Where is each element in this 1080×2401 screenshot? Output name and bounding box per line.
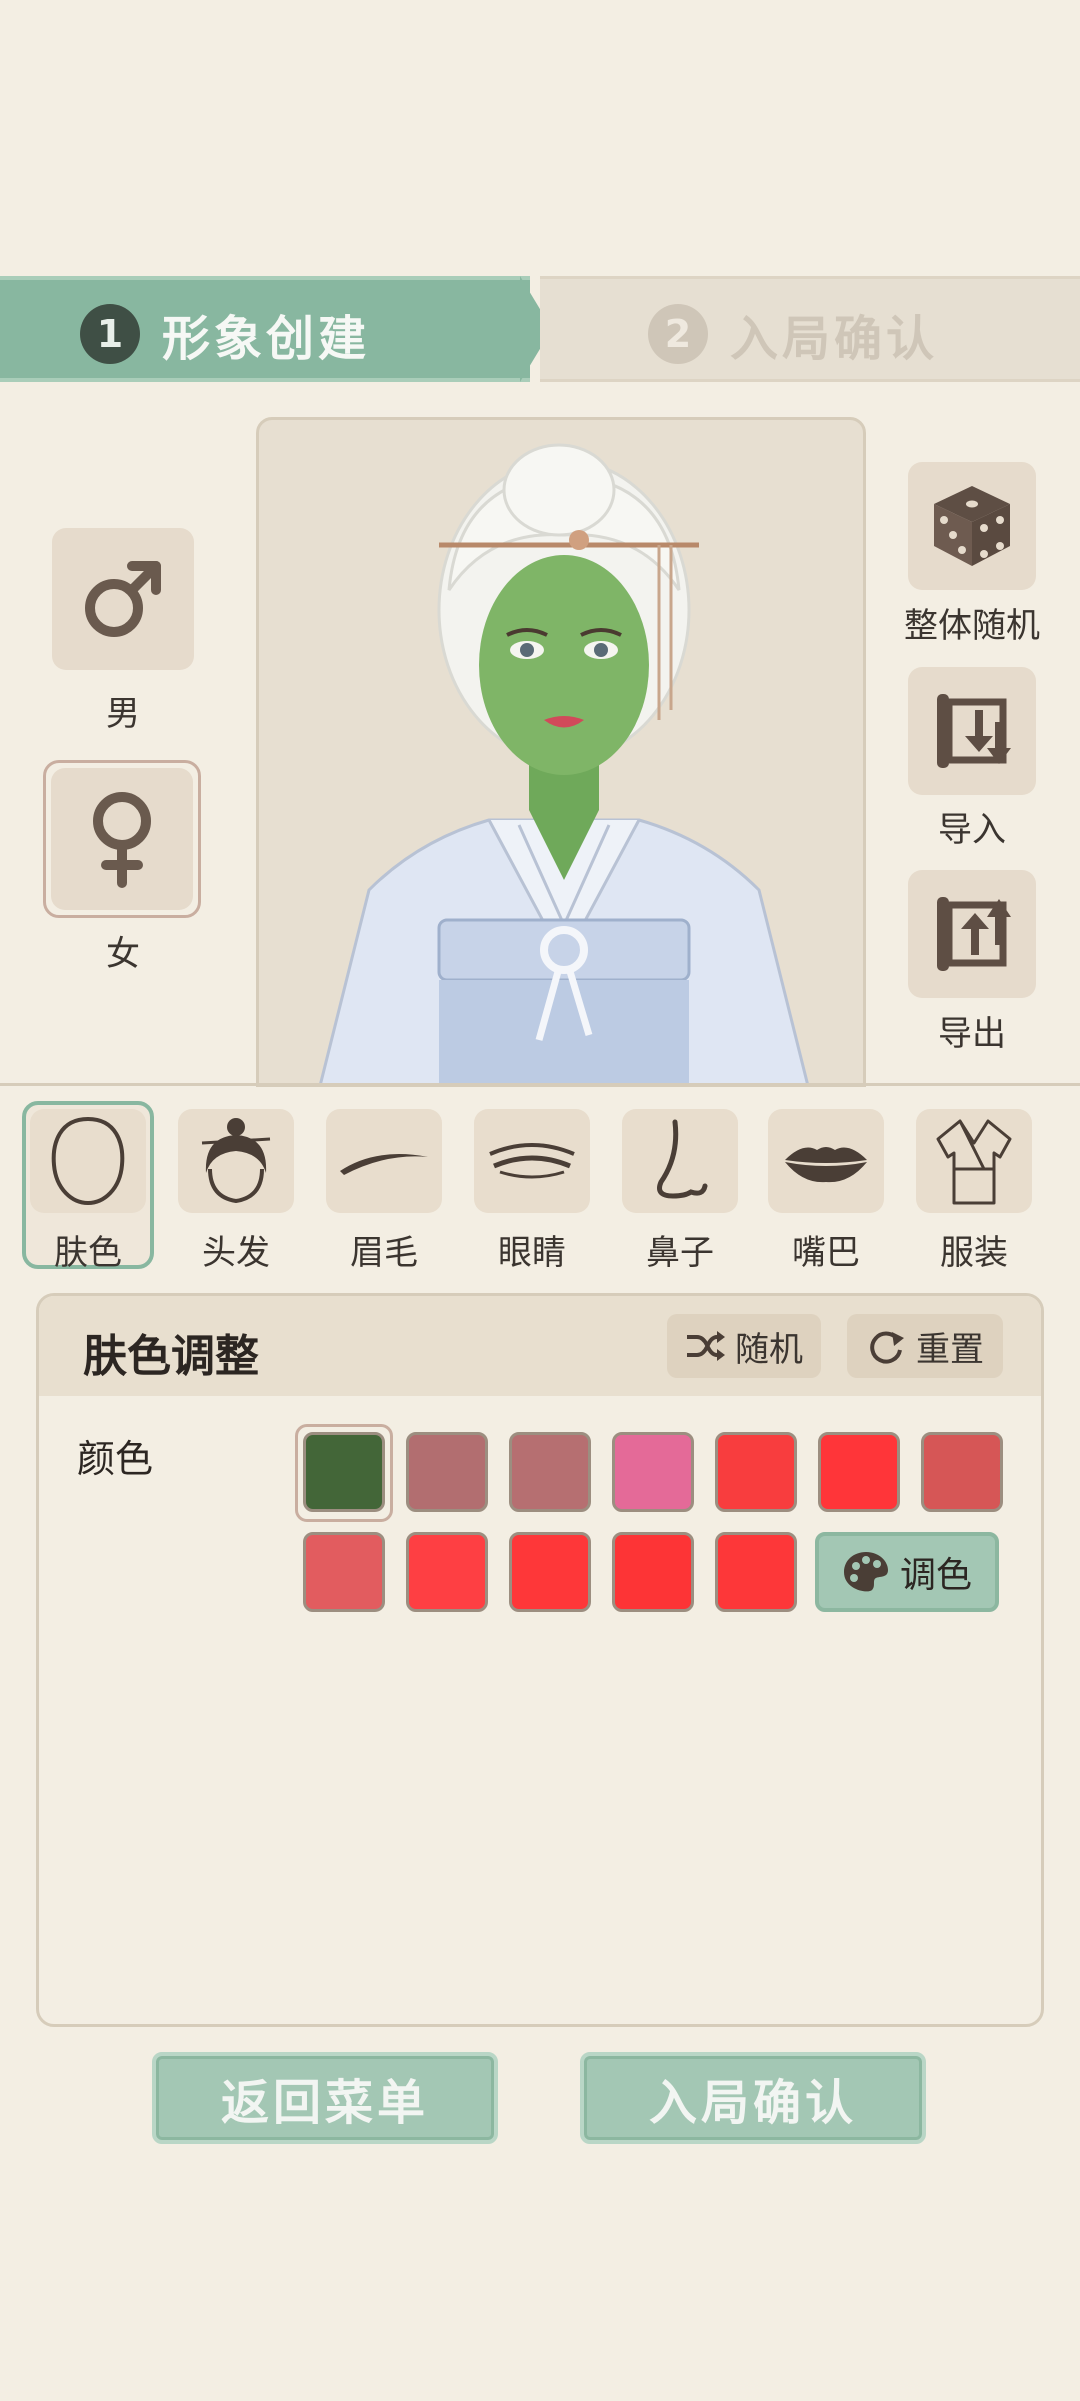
random-all-button[interactable]: [908, 462, 1036, 590]
color-swatch[interactable]: [612, 1532, 694, 1612]
import-label: 导入: [938, 810, 1006, 850]
random-all-label: 整体随机: [904, 606, 1040, 646]
category-eyebrow[interactable]: 眉毛: [326, 1109, 442, 1274]
scroll-import-icon: [937, 694, 1011, 768]
confirm-entry-button[interactable]: 入局确认: [580, 2052, 926, 2144]
step-2-number: 2: [648, 304, 708, 364]
color-swatch[interactable]: [715, 1432, 797, 1512]
dice-icon: [934, 486, 1010, 566]
palette-button[interactable]: 调色: [815, 1532, 999, 1612]
color-swatch[interactable]: [406, 1432, 488, 1512]
robe-icon: [916, 1109, 1032, 1213]
color-swatch[interactable]: [818, 1432, 900, 1512]
back-to-menu-button[interactable]: 返回菜单: [152, 2052, 498, 2144]
step-1-label: 形象创建: [162, 311, 371, 367]
palette-label: 调色: [899, 1555, 972, 1596]
step-2: 2 入局确认: [648, 299, 938, 369]
category-label: 肤色: [54, 1233, 122, 1273]
random-label: 随机: [735, 1329, 803, 1370]
category-clothing[interactable]: 服装: [916, 1109, 1032, 1274]
category-skin[interactable]: 肤色: [30, 1109, 146, 1274]
hair-bun-icon: [178, 1109, 294, 1213]
eye-icon: [474, 1109, 590, 1213]
section-divider: [0, 1083, 1080, 1086]
palette-icon: [843, 1552, 888, 1592]
category-label: 眉毛: [350, 1233, 418, 1273]
swatch-row-2: [303, 1532, 797, 1612]
color-swatch[interactable]: [509, 1432, 591, 1512]
export-label: 导出: [938, 1014, 1006, 1054]
female-label: 女: [106, 934, 140, 974]
category-label: 眼睛: [498, 1233, 566, 1273]
step-1: 1 形象创建: [80, 299, 370, 369]
male-symbol-icon: [85, 561, 161, 637]
color-label: 颜色: [77, 1437, 154, 1481]
nose-icon: [622, 1109, 738, 1213]
color-swatch[interactable]: [612, 1432, 694, 1512]
category-nose[interactable]: 鼻子: [622, 1109, 738, 1274]
color-swatch[interactable]: [303, 1532, 385, 1612]
scroll-export-icon: [937, 897, 1011, 971]
step-1-number: 1: [80, 304, 140, 364]
category-eyes[interactable]: 眼睛: [474, 1109, 590, 1274]
lips-icon: [768, 1109, 884, 1213]
male-label: 男: [106, 694, 140, 734]
import-button[interactable]: [908, 667, 1036, 795]
category-label: 服装: [940, 1233, 1008, 1273]
color-swatch[interactable]: [509, 1532, 591, 1612]
category-mouth[interactable]: 嘴巴: [768, 1109, 884, 1274]
shuffle-icon: [687, 1331, 725, 1361]
character-preview: [256, 417, 866, 1087]
skin-panel: 肤色调整 随机 重置 颜色 调色: [36, 1293, 1044, 2027]
reset-button[interactable]: 重置: [847, 1314, 1003, 1378]
color-swatch[interactable]: [921, 1432, 1003, 1512]
color-swatch[interactable]: [303, 1432, 385, 1512]
color-swatch[interactable]: [406, 1532, 488, 1612]
male-button[interactable]: [52, 528, 194, 670]
step-2-label: 入局确认: [730, 311, 939, 367]
export-button[interactable]: [908, 870, 1036, 998]
swatch-row-1: [303, 1432, 1003, 1512]
category-label: 嘴巴: [792, 1233, 860, 1273]
category-label: 鼻子: [646, 1233, 714, 1273]
category-label: 头发: [202, 1233, 270, 1273]
character-portrait: [318, 443, 810, 1084]
female-symbol-icon: [93, 792, 151, 888]
reset-label: 重置: [916, 1329, 984, 1370]
category-hair[interactable]: 头发: [178, 1109, 294, 1274]
eyebrow-icon: [326, 1109, 442, 1213]
refresh-icon: [870, 1331, 904, 1364]
female-button[interactable]: [51, 768, 193, 910]
panel-title: 肤色调整: [83, 1331, 259, 1382]
random-button[interactable]: 随机: [667, 1314, 821, 1378]
color-swatch[interactable]: [715, 1532, 797, 1612]
face-outline-icon: [30, 1109, 146, 1213]
